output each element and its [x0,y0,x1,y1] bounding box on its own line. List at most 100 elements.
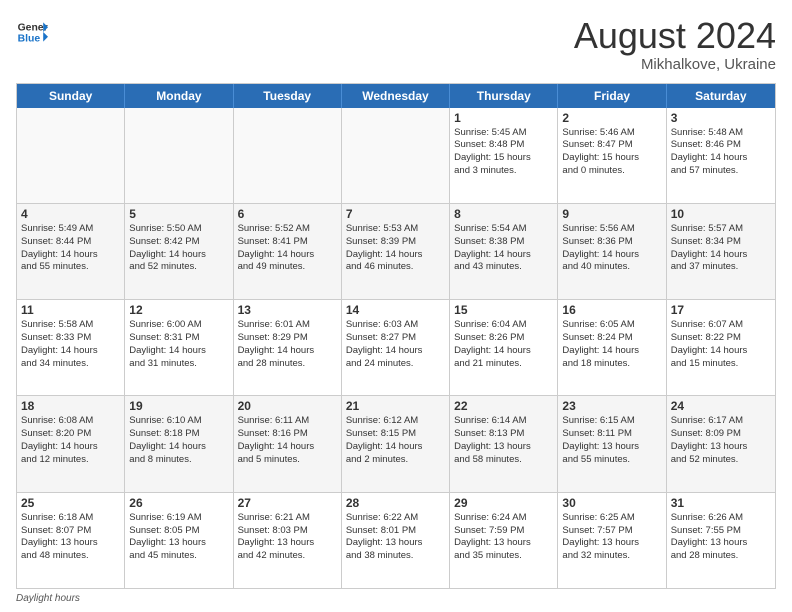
calendar-cell: 28 Sunrise: 6:22 AM Sunset: 8:01 PM Dayli… [342,493,450,588]
calendar-cell: 5 Sunrise: 5:50 AM Sunset: 8:42 PM Daylig… [125,204,233,299]
day-number: 28 [346,496,445,510]
calendar-cell: 29 Sunrise: 6:24 AM Sunset: 7:59 PM Dayli… [450,493,558,588]
day-number: 6 [238,207,337,221]
title-block: August 2024 Mikhalkove, Ukraine [574,16,776,73]
day-number: 12 [129,303,228,317]
calendar-cell: 25Sunrise: 6:18 AM Sunset: 8:07 PM Dayli… [17,493,125,588]
calendar-cell: 9 Sunrise: 5:56 AM Sunset: 8:36 PM Daylig… [558,204,666,299]
calendar-cell: 22 Sunrise: 6:14 AM Sunset: 8:13 PM Dayli… [450,396,558,491]
calendar-cell: 10 Sunrise: 5:57 AM Sunset: 8:34 PM Dayli… [667,204,775,299]
page: General Blue August 2024 Mikhalkove, Ukr… [0,0,792,612]
day-number: 21 [346,399,445,413]
day-number: 16 [562,303,661,317]
calendar-cell: 13 Sunrise: 6:01 AM Sunset: 8:29 PM Dayli… [234,300,342,395]
day-number: 27 [238,496,337,510]
day-number: 26 [129,496,228,510]
daylight-hours-label: Daylight hours [16,593,80,604]
calendar-cell: 16 Sunrise: 6:05 AM Sunset: 8:24 PM Dayli… [558,300,666,395]
day-info: Sunrise: 6:14 AM Sunset: 8:13 PM Dayligh… [454,415,553,466]
header-friday: Friday [558,84,666,108]
day-info: Sunrise: 6:19 AM Sunset: 8:05 PM Dayligh… [129,512,228,563]
day-info: Sunrise: 6:10 AM Sunset: 8:18 PM Dayligh… [129,415,228,466]
day-number: 10 [671,207,771,221]
calendar-row: 11Sunrise: 5:58 AM Sunset: 8:33 PM Dayli… [17,300,775,396]
calendar-row: 1Sunrise: 5:45 AM Sunset: 8:48 PM Daylig… [17,108,775,204]
day-info: Sunrise: 5:50 AM Sunset: 8:42 PM Dayligh… [129,223,228,274]
day-info: Sunrise: 5:45 AM Sunset: 8:48 PM Dayligh… [454,127,553,178]
day-info: Sunrise: 5:48 AM Sunset: 8:46 PM Dayligh… [671,127,771,178]
day-number: 30 [562,496,661,510]
calendar-cell: 18 Sunrise: 6:08 AM Sunset: 8:20 PM Dayli… [17,396,125,491]
header-monday: Monday [125,84,233,108]
calendar-cell: 1Sunrise: 5:45 AM Sunset: 8:48 PM Daylig… [450,108,558,203]
day-info: Sunrise: 6:04 AM Sunset: 8:26 PM Dayligh… [454,319,553,370]
calendar-cell: 14 Sunrise: 6:03 AM Sunset: 8:27 PM Dayli… [342,300,450,395]
calendar-cell [17,108,125,203]
day-info: Sunrise: 6:07 AM Sunset: 8:22 PM Dayligh… [671,319,771,370]
day-info: Sunrise: 5:52 AM Sunset: 8:41 PM Dayligh… [238,223,337,274]
day-info: Sunrise: 5:54 AM Sunset: 8:38 PM Dayligh… [454,223,553,274]
day-number: 15 [454,303,553,317]
day-info: Sunrise: 6:03 AM Sunset: 8:27 PM Dayligh… [346,319,445,370]
day-number: 9 [562,207,661,221]
day-number: 20 [238,399,337,413]
day-info: Sunrise: 5:56 AM Sunset: 8:36 PM Dayligh… [562,223,661,274]
day-number: 18 [21,399,120,413]
day-number: 7 [346,207,445,221]
day-info: Sunrise: 5:57 AM Sunset: 8:34 PM Dayligh… [671,223,771,274]
day-info: Sunrise: 6:01 AM Sunset: 8:29 PM Dayligh… [238,319,337,370]
day-info: Sunrise: 6:12 AM Sunset: 8:15 PM Dayligh… [346,415,445,466]
logo-icon: General Blue [16,16,48,48]
day-number: 29 [454,496,553,510]
calendar-cell: 17Sunrise: 6:07 AM Sunset: 8:22 PM Dayli… [667,300,775,395]
day-info: Sunrise: 6:26 AM Sunset: 7:55 PM Dayligh… [671,512,771,563]
day-number: 8 [454,207,553,221]
calendar-row: 18 Sunrise: 6:08 AM Sunset: 8:20 PM Dayli… [17,396,775,492]
day-info: Sunrise: 5:49 AM Sunset: 8:44 PM Dayligh… [21,223,120,274]
day-number: 23 [562,399,661,413]
day-number: 14 [346,303,445,317]
calendar-cell [234,108,342,203]
day-number: 13 [238,303,337,317]
day-number: 4 [21,207,120,221]
day-number: 5 [129,207,228,221]
day-number: 2 [562,111,661,125]
svg-text:Blue: Blue [18,34,41,45]
day-info: Sunrise: 6:15 AM Sunset: 8:11 PM Dayligh… [562,415,661,466]
header-sunday: Sunday [17,84,125,108]
calendar-cell: 20 Sunrise: 6:11 AM Sunset: 8:16 PM Dayli… [234,396,342,491]
day-info: Sunrise: 5:46 AM Sunset: 8:47 PM Dayligh… [562,127,661,178]
calendar-header: Sunday Monday Tuesday Wednesday Thursday… [17,84,775,108]
calendar-cell: 8 Sunrise: 5:54 AM Sunset: 8:38 PM Daylig… [450,204,558,299]
calendar-body: 1Sunrise: 5:45 AM Sunset: 8:48 PM Daylig… [17,108,775,588]
day-info: Sunrise: 6:22 AM Sunset: 8:01 PM Dayligh… [346,512,445,563]
day-info: Sunrise: 6:11 AM Sunset: 8:16 PM Dayligh… [238,415,337,466]
calendar-cell: 30 Sunrise: 6:25 AM Sunset: 7:57 PM Dayli… [558,493,666,588]
day-info: Sunrise: 6:05 AM Sunset: 8:24 PM Dayligh… [562,319,661,370]
day-info: Sunrise: 6:08 AM Sunset: 8:20 PM Dayligh… [21,415,120,466]
header-wednesday: Wednesday [342,84,450,108]
calendar-cell [125,108,233,203]
location: Mikhalkove, Ukraine [574,56,776,73]
day-info: Sunrise: 6:00 AM Sunset: 8:31 PM Dayligh… [129,319,228,370]
calendar-cell: 4 Sunrise: 5:49 AM Sunset: 8:44 PM Daylig… [17,204,125,299]
calendar-cell: 11Sunrise: 5:58 AM Sunset: 8:33 PM Dayli… [17,300,125,395]
footer: Daylight hours [16,593,776,604]
calendar-row: 4 Sunrise: 5:49 AM Sunset: 8:44 PM Daylig… [17,204,775,300]
day-number: 31 [671,496,771,510]
day-number: 24 [671,399,771,413]
day-info: Sunrise: 6:17 AM Sunset: 8:09 PM Dayligh… [671,415,771,466]
calendar-cell [342,108,450,203]
day-info: Sunrise: 6:25 AM Sunset: 7:57 PM Dayligh… [562,512,661,563]
calendar-cell: 24 Sunrise: 6:17 AM Sunset: 8:09 PM Dayli… [667,396,775,491]
calendar-cell: 15 Sunrise: 6:04 AM Sunset: 8:26 PM Dayli… [450,300,558,395]
calendar-cell: 27Sunrise: 6:21 AM Sunset: 8:03 PM Dayli… [234,493,342,588]
day-number: 22 [454,399,553,413]
day-number: 3 [671,111,771,125]
calendar-row: 25Sunrise: 6:18 AM Sunset: 8:07 PM Dayli… [17,493,775,588]
calendar-cell: 26 Sunrise: 6:19 AM Sunset: 8:05 PM Dayli… [125,493,233,588]
day-number: 11 [21,303,120,317]
day-info: Sunrise: 6:24 AM Sunset: 7:59 PM Dayligh… [454,512,553,563]
day-number: 19 [129,399,228,413]
calendar: Sunday Monday Tuesday Wednesday Thursday… [16,83,776,589]
